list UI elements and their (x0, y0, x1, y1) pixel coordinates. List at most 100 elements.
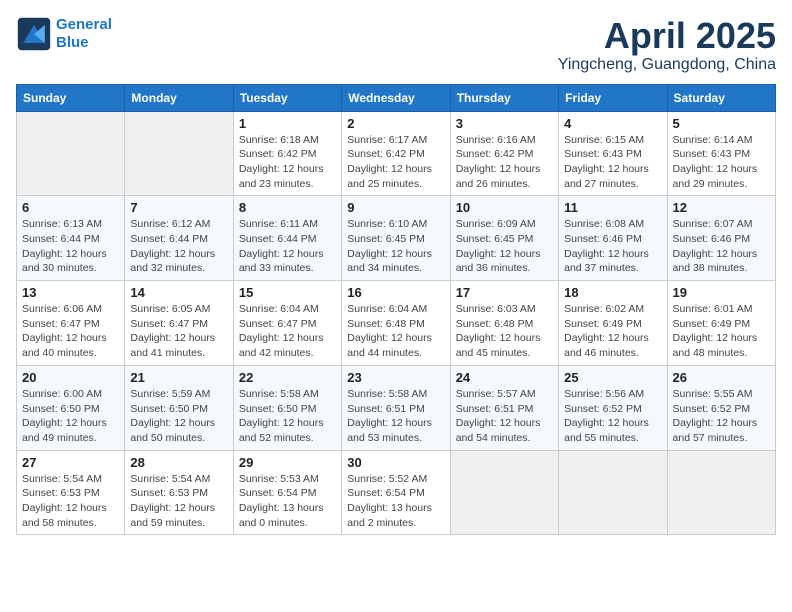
day-number: 4 (564, 116, 661, 131)
day-number: 29 (239, 455, 336, 470)
day-number: 18 (564, 285, 661, 300)
day-number: 25 (564, 370, 661, 385)
day-number: 16 (347, 285, 444, 300)
location-title: Yingcheng, Guangdong, China (558, 56, 776, 74)
calendar-cell: 28 Sunrise: 5:54 AMSunset: 6:53 PMDayligh… (125, 450, 233, 535)
day-info: Sunrise: 6:08 AMSunset: 6:46 PMDaylight:… (564, 217, 661, 276)
calendar-cell: 16 Sunrise: 6:04 AMSunset: 6:48 PMDayligh… (342, 281, 450, 366)
logo-line1: General (56, 16, 112, 33)
calendar-cell: 4 Sunrise: 6:15 AMSunset: 6:43 PMDaylight… (559, 111, 667, 196)
day-info: Sunrise: 5:58 AMSunset: 6:51 PMDaylight:… (347, 387, 444, 446)
calendar-cell: 30Sunrise: 5:52 AMSunset: 6:54 PMDayligh… (342, 450, 450, 535)
day-info: Sunrise: 6:02 AMSunset: 6:49 PMDaylight:… (564, 302, 661, 361)
day-info: Sunrise: 6:11 AMSunset: 6:44 PMDaylight:… (239, 217, 336, 276)
day-info: Sunrise: 6:10 AMSunset: 6:45 PMDaylight:… (347, 217, 444, 276)
header-tuesday: Tuesday (233, 84, 341, 111)
calendar-header-row: SundayMondayTuesdayWednesdayThursdayFrid… (17, 84, 776, 111)
day-info: Sunrise: 6:15 AMSunset: 6:43 PMDaylight:… (564, 133, 661, 192)
day-info: Sunrise: 6:12 AMSunset: 6:44 PMDaylight:… (130, 217, 227, 276)
day-info: Sunrise: 5:56 AMSunset: 6:52 PMDaylight:… (564, 387, 661, 446)
logo-icon (16, 16, 52, 52)
calendar-cell: 5Sunrise: 6:14 AMSunset: 6:43 PMDaylight… (667, 111, 775, 196)
calendar-cell: 6Sunrise: 6:13 AMSunset: 6:44 PMDaylight… (17, 196, 125, 281)
day-info: Sunrise: 6:17 AMSunset: 6:42 PMDaylight:… (347, 133, 444, 192)
day-number: 15 (239, 285, 336, 300)
calendar-cell: 17 Sunrise: 6:03 AMSunset: 6:48 PMDayligh… (450, 281, 558, 366)
day-info: Sunrise: 6:07 AMSunset: 6:46 PMDaylight:… (673, 217, 770, 276)
day-number: 23 (347, 370, 444, 385)
day-number: 27 (22, 455, 119, 470)
day-info: Sunrise: 5:55 AMSunset: 6:52 PMDaylight:… (673, 387, 770, 446)
calendar-cell (17, 111, 125, 196)
header-wednesday: Wednesday (342, 84, 450, 111)
day-info: Sunrise: 6:05 AMSunset: 6:47 PMDaylight:… (130, 302, 227, 361)
calendar-cell: 8Sunrise: 6:11 AMSunset: 6:44 PMDaylight… (233, 196, 341, 281)
calendar-cell (450, 450, 558, 535)
calendar-cell: 21Sunrise: 5:59 AMSunset: 6:50 PMDayligh… (125, 365, 233, 450)
calendar-cell: 11 Sunrise: 6:08 AMSunset: 6:46 PMDayligh… (559, 196, 667, 281)
calendar-cell: 12 Sunrise: 6:07 AMSunset: 6:46 PMDayligh… (667, 196, 775, 281)
calendar-cell: 15 Sunrise: 6:04 AMSunset: 6:47 PMDayligh… (233, 281, 341, 366)
calendar-cell: 20Sunrise: 6:00 AMSunset: 6:50 PMDayligh… (17, 365, 125, 450)
calendar-cell: 24 Sunrise: 5:57 AMSunset: 6:51 PMDayligh… (450, 365, 558, 450)
calendar-cell: 10Sunrise: 6:09 AMSunset: 6:45 PMDayligh… (450, 196, 558, 281)
calendar-cell: 14Sunrise: 6:05 AMSunset: 6:47 PMDayligh… (125, 281, 233, 366)
header-friday: Friday (559, 84, 667, 111)
calendar-cell: 9Sunrise: 6:10 AMSunset: 6:45 PMDaylight… (342, 196, 450, 281)
day-info: Sunrise: 5:54 AMSunset: 6:53 PMDaylight:… (22, 472, 119, 531)
day-info: Sunrise: 6:14 AMSunset: 6:43 PMDaylight:… (673, 133, 770, 192)
day-number: 24 (456, 370, 553, 385)
page-header: General Blue April 2025 Yingcheng, Guang… (16, 16, 776, 74)
day-number: 7 (130, 200, 227, 215)
day-info: Sunrise: 5:53 AMSunset: 6:54 PMDaylight:… (239, 472, 336, 531)
calendar-cell: 3 Sunrise: 6:16 AMSunset: 6:42 PMDaylight… (450, 111, 558, 196)
day-number: 6 (22, 200, 119, 215)
day-number: 30 (347, 455, 444, 470)
week-row-1: 1Sunrise: 6:18 AMSunset: 6:42 PMDaylight… (17, 111, 776, 196)
calendar-table: SundayMondayTuesdayWednesdayThursdayFrid… (16, 84, 776, 536)
logo-line2: Blue (56, 34, 89, 51)
calendar-cell: 13Sunrise: 6:06 AMSunset: 6:47 PMDayligh… (17, 281, 125, 366)
calendar-cell: 22Sunrise: 5:58 AMSunset: 6:50 PMDayligh… (233, 365, 341, 450)
day-info: Sunrise: 6:04 AMSunset: 6:48 PMDaylight:… (347, 302, 444, 361)
day-info: Sunrise: 6:18 AMSunset: 6:42 PMDaylight:… (239, 133, 336, 192)
calendar-cell: 1Sunrise: 6:18 AMSunset: 6:42 PMDaylight… (233, 111, 341, 196)
day-number: 20 (22, 370, 119, 385)
calendar-cell: 18 Sunrise: 6:02 AMSunset: 6:49 PMDayligh… (559, 281, 667, 366)
week-row-3: 13Sunrise: 6:06 AMSunset: 6:47 PMDayligh… (17, 281, 776, 366)
calendar-cell: 29 Sunrise: 5:53 AMSunset: 6:54 PMDayligh… (233, 450, 341, 535)
day-number: 28 (130, 455, 227, 470)
day-number: 10 (456, 200, 553, 215)
calendar-cell: 19 Sunrise: 6:01 AMSunset: 6:49 PMDayligh… (667, 281, 775, 366)
day-info: Sunrise: 6:16 AMSunset: 6:42 PMDaylight:… (456, 133, 553, 192)
day-info: Sunrise: 5:54 AMSunset: 6:53 PMDaylight:… (130, 472, 227, 531)
logo-text: General Blue (56, 16, 112, 52)
day-info: Sunrise: 5:57 AMSunset: 6:51 PMDaylight:… (456, 387, 553, 446)
calendar-cell: 27 Sunrise: 5:54 AMSunset: 6:53 PMDayligh… (17, 450, 125, 535)
week-row-4: 20Sunrise: 6:00 AMSunset: 6:50 PMDayligh… (17, 365, 776, 450)
day-info: Sunrise: 6:04 AMSunset: 6:47 PMDaylight:… (239, 302, 336, 361)
day-number: 12 (673, 200, 770, 215)
day-number: 13 (22, 285, 119, 300)
day-number: 3 (456, 116, 553, 131)
calendar-cell: 25 Sunrise: 5:56 AMSunset: 6:52 PMDayligh… (559, 365, 667, 450)
calendar-cell: 7 Sunrise: 6:12 AMSunset: 6:44 PMDaylight… (125, 196, 233, 281)
month-title: April 2025 (558, 16, 776, 56)
week-row-2: 6Sunrise: 6:13 AMSunset: 6:44 PMDaylight… (17, 196, 776, 281)
calendar-cell (559, 450, 667, 535)
day-number: 2 (347, 116, 444, 131)
week-row-5: 27 Sunrise: 5:54 AMSunset: 6:53 PMDayligh… (17, 450, 776, 535)
header-monday: Monday (125, 84, 233, 111)
day-number: 22 (239, 370, 336, 385)
logo: General Blue (16, 16, 112, 52)
calendar-cell: 2 Sunrise: 6:17 AMSunset: 6:42 PMDaylight… (342, 111, 450, 196)
day-info: Sunrise: 6:03 AMSunset: 6:48 PMDaylight:… (456, 302, 553, 361)
day-number: 17 (456, 285, 553, 300)
day-number: 21 (130, 370, 227, 385)
day-number: 11 (564, 200, 661, 215)
calendar-cell: 26Sunrise: 5:55 AMSunset: 6:52 PMDayligh… (667, 365, 775, 450)
header-thursday: Thursday (450, 84, 558, 111)
header-saturday: Saturday (667, 84, 775, 111)
day-info: Sunrise: 6:01 AMSunset: 6:49 PMDaylight:… (673, 302, 770, 361)
day-number: 19 (673, 285, 770, 300)
